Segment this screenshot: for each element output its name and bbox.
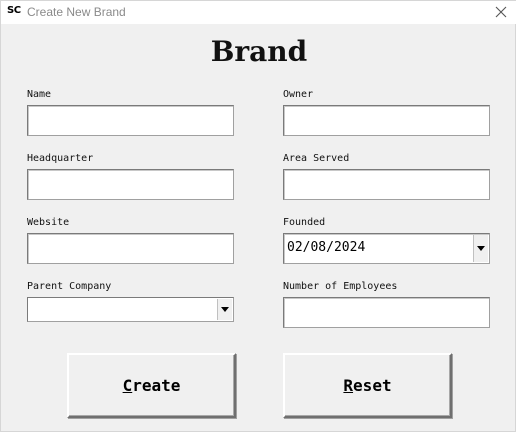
window-title: Create New Brand: [27, 5, 126, 19]
reset-button[interactable]: Reset: [283, 353, 452, 418]
parent-company-dropdown-button[interactable]: [217, 299, 232, 320]
parent-company-select[interactable]: [27, 297, 234, 322]
owner-label: Owner: [283, 89, 314, 100]
reset-accel: R: [343, 376, 354, 395]
chevron-down-icon: [221, 307, 229, 312]
area-served-label: Area Served: [283, 153, 350, 164]
headquarter-input[interactable]: [28, 170, 233, 199]
employees-field[interactable]: [283, 297, 490, 328]
create-label-rest: reate: [132, 376, 181, 395]
founded-date-picker[interactable]: 02/08/2024: [283, 233, 490, 264]
app-icon: SC: [7, 5, 21, 16]
name-label: Name: [27, 89, 52, 100]
founded-label: Founded: [283, 217, 326, 228]
employees-label: Number of Employees: [283, 281, 398, 292]
headquarter-label: Headquarter: [27, 153, 94, 164]
reset-label-rest: eset: [353, 376, 392, 395]
owner-input[interactable]: [284, 106, 489, 135]
founded-dropdown-button[interactable]: [473, 235, 488, 262]
title-bar: SC Create New Brand: [1, 1, 517, 24]
website-field[interactable]: [27, 233, 234, 264]
founded-date-value[interactable]: 02/08/2024: [287, 240, 365, 255]
parent-company-label: Parent Company: [27, 281, 112, 292]
area-served-field[interactable]: [283, 169, 490, 200]
website-label: Website: [27, 217, 70, 228]
chevron-down-icon: [477, 246, 485, 251]
area-served-input[interactable]: [284, 170, 489, 199]
close-icon[interactable]: [493, 4, 509, 20]
page-title: Brand: [210, 35, 308, 68]
name-field[interactable]: [27, 105, 234, 136]
employees-input[interactable]: [284, 298, 489, 327]
website-input[interactable]: [28, 234, 233, 263]
headquarter-field[interactable]: [27, 169, 234, 200]
name-input[interactable]: [28, 106, 233, 135]
create-button[interactable]: Create: [67, 353, 236, 418]
owner-field[interactable]: [283, 105, 490, 136]
create-brand-window: SC Create New Brand Brand Name Owner Hea…: [0, 0, 517, 432]
create-accel: C: [122, 376, 133, 395]
